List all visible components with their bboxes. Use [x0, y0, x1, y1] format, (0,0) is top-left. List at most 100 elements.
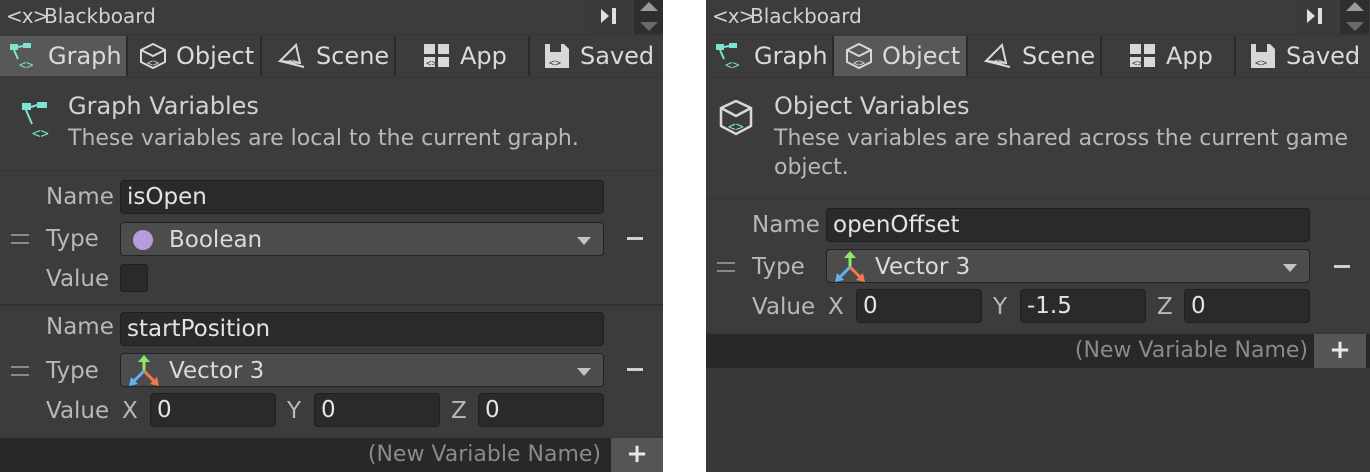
app-icon: <> — [1130, 44, 1155, 69]
remove-variable-button[interactable] — [627, 368, 643, 371]
scope-title: Graph Variables — [68, 92, 259, 120]
type-label: Type — [46, 226, 99, 252]
value-label: Value — [752, 294, 816, 320]
scroll-down-icon[interactable] — [1346, 22, 1364, 31]
tab-saved[interactable]: <> Saved — [1236, 36, 1370, 76]
scrollbar[interactable] — [1340, 0, 1369, 34]
blackboard-panel-graph: <x> Blackboard <> Graph <> Object <> Sce… — [0, 0, 663, 472]
tab-graph[interactable]: <> Graph — [0, 36, 126, 76]
boolean-type-icon — [133, 230, 153, 250]
add-variable-button[interactable]: + — [611, 438, 663, 472]
vector-z-field[interactable]: 0 — [1184, 289, 1310, 323]
boolean-value-checkbox[interactable] — [120, 264, 148, 292]
dock-icon — [601, 8, 616, 24]
window-titlebar: <x> Blackboard — [706, 0, 1370, 34]
svg-text:<>: <> — [1255, 58, 1267, 69]
drag-handle-icon[interactable] — [717, 262, 735, 272]
chevron-down-icon — [1283, 264, 1297, 272]
tab-graph[interactable]: <> Graph — [706, 36, 832, 76]
tab-object[interactable]: <> Object — [128, 36, 260, 76]
tab-saved[interactable]: <> Saved — [530, 36, 663, 76]
app-icon: <> — [424, 44, 449, 69]
variable-name-field[interactable]: isOpen — [120, 180, 604, 214]
name-label: Name — [46, 314, 114, 340]
scroll-down-icon[interactable] — [640, 22, 658, 31]
tab-app[interactable]: <> App — [396, 36, 528, 76]
vector-z-field[interactable]: 0 — [478, 393, 604, 427]
scroll-up-icon[interactable] — [1346, 2, 1364, 11]
dock-toggle-button[interactable] — [1296, 0, 1336, 34]
tab-object[interactable]: <> Object — [834, 36, 966, 76]
vector3-icon — [129, 355, 159, 386]
chevron-down-icon — [577, 368, 591, 376]
tab-label: App — [1166, 42, 1213, 70]
scope-description: These variables are shared across the cu… — [774, 124, 1348, 182]
svg-text:<>: <> — [426, 59, 437, 69]
saved-icon: <> — [1251, 44, 1275, 69]
svg-text:<>: <> — [725, 58, 739, 71]
drag-handle-icon[interactable] — [11, 366, 29, 376]
variable-type-dropdown[interactable]: Boolean — [120, 222, 604, 256]
svg-text:<>: <> — [549, 58, 561, 69]
scene-icon: <> — [983, 43, 1011, 68]
vector-x-field[interactable]: 0 — [150, 393, 276, 427]
tab-label: Object — [882, 42, 961, 70]
window-title: Blackboard — [750, 4, 862, 28]
tab-scene[interactable]: <> Scene — [968, 36, 1100, 76]
object-icon: <> — [846, 42, 872, 70]
scope-description: These variables are local to the current… — [68, 126, 579, 151]
graph-icon: <> — [716, 43, 739, 71]
drag-handle-icon[interactable] — [11, 234, 29, 244]
scope-description-line: These variables are shared across the cu… — [774, 126, 1349, 151]
remove-variable-button[interactable] — [627, 237, 643, 240]
new-variable-name-input[interactable]: (New Variable Name) — [368, 442, 601, 467]
scope-description-line: object. — [774, 155, 849, 180]
new-variable-name-input[interactable]: (New Variable Name) — [1075, 338, 1308, 363]
scope-header: <> Graph Variables These variables are l… — [0, 78, 663, 170]
scope-tabs: <> Graph <> Object <> Scene <> App <> Sa… — [0, 36, 663, 76]
scroll-up-icon[interactable] — [640, 2, 658, 11]
x-label: X — [122, 398, 138, 424]
dock-toggle-button[interactable] — [590, 0, 630, 34]
vector-x-field[interactable]: 0 — [856, 289, 982, 323]
svg-text:<>: <> — [32, 126, 49, 142]
scrollbar[interactable] — [634, 0, 663, 34]
window-titlebar: <x> Blackboard — [0, 0, 663, 34]
saved-icon: <> — [545, 44, 569, 69]
svg-text:<>: <> — [853, 58, 865, 69]
object-icon: <> — [719, 99, 753, 136]
type-label: Type — [46, 358, 99, 384]
add-variable-button[interactable]: + — [1314, 334, 1366, 368]
variable-row: Name isOpen Type Boolean Value — [0, 172, 663, 304]
tab-scene[interactable]: <> Scene — [262, 36, 394, 76]
chevron-down-icon — [577, 237, 591, 245]
blackboard-panel-object: <x> Blackboard <> Graph <> Object <> Sce… — [706, 0, 1370, 472]
tab-label: Saved — [1286, 42, 1361, 70]
name-label: Name — [46, 184, 114, 210]
type-value: Boolean — [169, 227, 263, 253]
tab-label: Graph — [48, 42, 122, 70]
variable-name-field[interactable]: openOffset — [826, 208, 1310, 242]
tab-label: Object — [176, 42, 255, 70]
x-label: X — [828, 294, 844, 320]
vector-y-field[interactable]: 0 — [314, 393, 440, 427]
svg-text:<>: <> — [286, 57, 298, 68]
object-icon: <> — [140, 42, 166, 70]
z-label: Z — [1157, 294, 1173, 320]
svg-text:<>: <> — [19, 58, 33, 71]
vector-y-field[interactable]: -1.5 — [1020, 289, 1146, 323]
y-label: Y — [287, 398, 302, 424]
y-label: Y — [993, 294, 1008, 320]
remove-variable-button[interactable] — [1334, 265, 1350, 268]
variable-name-field[interactable]: startPosition — [120, 312, 604, 346]
new-variable-bar: (New Variable Name) + — [706, 334, 1370, 368]
tab-app[interactable]: <> App — [1102, 36, 1234, 76]
variable-type-dropdown[interactable]: Vector 3 — [120, 353, 604, 387]
tab-label: Scene — [316, 42, 390, 70]
svg-text:<>: <> — [1132, 59, 1143, 69]
vector3-icon — [835, 251, 865, 282]
variable-type-dropdown[interactable]: Vector 3 — [826, 249, 1310, 283]
type-value: Vector 3 — [875, 254, 971, 280]
graph-icon: <> — [10, 43, 33, 71]
value-label: Value — [46, 266, 110, 292]
